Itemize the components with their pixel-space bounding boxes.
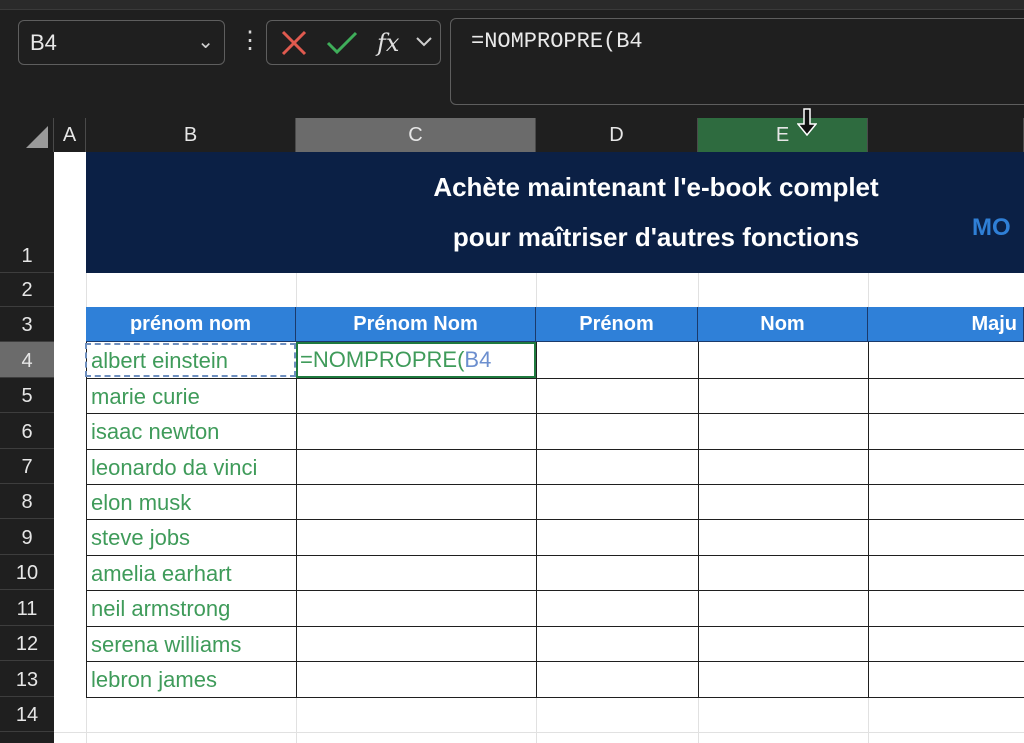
column-header-C[interactable]: C	[296, 118, 536, 152]
formula-text: =NOMPROPRE(B4	[471, 29, 643, 54]
table-cell-name[interactable]: isaac newton	[88, 414, 294, 449]
formula-buttons: fx	[266, 20, 441, 65]
row-header-2[interactable]: 2	[0, 273, 54, 307]
table-header-prenom-nom[interactable]: prénom nom	[86, 307, 296, 342]
chevron-down-icon[interactable]	[415, 35, 433, 49]
gridline	[536, 697, 537, 743]
worksheet-grid[interactable]: A B C D E 1 2 3 4 5 6 7 8 9 10 11 12 13 …	[0, 118, 1024, 743]
table-header-nom[interactable]: Nom	[698, 307, 868, 342]
close-x-icon[interactable]	[279, 28, 309, 58]
formula-bar-area: B4 ⌄ ⋮ fx =NOMPROPRE(B4	[0, 0, 1024, 118]
row-header-4[interactable]: 4	[0, 342, 54, 378]
gridline	[296, 273, 297, 307]
more-options-icon[interactable]: ⋮	[238, 26, 262, 56]
table-header-majuscules[interactable]: Maju	[868, 307, 1024, 342]
row-header-10[interactable]: 10	[0, 555, 54, 590]
column-header-F[interactable]	[868, 118, 1024, 152]
banner-line-1: Achète maintenant l'e-book complet	[433, 172, 879, 202]
banner-line-2: pour maîtriser d'autres fonctions	[452, 222, 860, 252]
table-cell-name[interactable]: elon musk	[88, 485, 294, 520]
gridline	[536, 273, 537, 307]
name-box-value: B4	[30, 30, 57, 55]
row-header-1[interactable]: 1	[0, 152, 54, 273]
column-header-B[interactable]: B	[86, 118, 296, 152]
svg-text:fx: fx	[375, 29, 400, 57]
cell-editor[interactable]: =NOMPROPRE(B4	[300, 343, 491, 377]
cell-editor-reference: B4	[464, 347, 492, 372]
checkmark-icon[interactable]	[325, 28, 359, 58]
cell-editor-formula: =NOMPROPRE(	[300, 347, 465, 372]
referenced-cell-B4	[85, 343, 296, 377]
gridline	[296, 697, 297, 743]
chevron-down-icon[interactable]: ⌄	[197, 21, 214, 64]
column-header-A[interactable]: A	[54, 118, 86, 152]
formula-input[interactable]: =NOMPROPRE(B4	[450, 18, 1024, 105]
row-header-8[interactable]: 8	[0, 484, 54, 519]
table-cell-name[interactable]: marie curie	[88, 379, 294, 414]
table-cell-name[interactable]: neil armstrong	[88, 591, 294, 626]
column-select-cursor-icon	[797, 108, 817, 136]
row-header-5[interactable]: 5	[0, 378, 54, 413]
banner-side-text: MO	[972, 214, 1011, 241]
gridline	[868, 697, 869, 743]
row-header-15[interactable]	[0, 732, 54, 743]
row-header-13[interactable]: 13	[0, 661, 54, 697]
row-header-9[interactable]: 9	[0, 519, 54, 555]
column-header-E[interactable]: E	[698, 118, 868, 152]
gridline	[698, 273, 699, 307]
row-header-3[interactable]: 3	[0, 307, 54, 342]
table-header-prenom-nom-proper[interactable]: Prénom Nom	[296, 307, 536, 342]
row-header-12[interactable]: 12	[0, 626, 54, 661]
table-cell-name[interactable]: lebron james	[88, 662, 294, 697]
row-header-7[interactable]: 7	[0, 449, 54, 484]
table-header-prenom[interactable]: Prénom	[536, 307, 698, 342]
gridline	[868, 273, 869, 307]
gridline	[54, 732, 1024, 733]
ribbon-edge	[0, 0, 1024, 10]
table-border	[86, 697, 1024, 698]
table-cell-name[interactable]: steve jobs	[88, 520, 294, 555]
excel-window: B4 ⌄ ⋮ fx =NOMPROPRE(B4 A B C D E 1 2 3 …	[0, 0, 1024, 743]
row-header-6[interactable]: 6	[0, 413, 54, 449]
table-cell-name[interactable]: amelia earhart	[88, 556, 294, 591]
row-header-11[interactable]: 11	[0, 590, 54, 626]
name-box[interactable]: B4 ⌄	[18, 20, 225, 65]
select-all-triangle-icon	[26, 126, 48, 148]
promo-banner: Achète maintenant l'e-book complet pour …	[86, 152, 1024, 273]
fx-icon[interactable]: fx	[375, 28, 411, 58]
table-cell-name[interactable]: serena williams	[88, 627, 294, 662]
column-header-D[interactable]: D	[536, 118, 698, 152]
select-all-corner[interactable]	[0, 118, 54, 152]
table-cell-name[interactable]: leonardo da vinci	[88, 450, 294, 485]
gridline	[698, 697, 699, 743]
row-header-14[interactable]: 14	[0, 697, 54, 732]
